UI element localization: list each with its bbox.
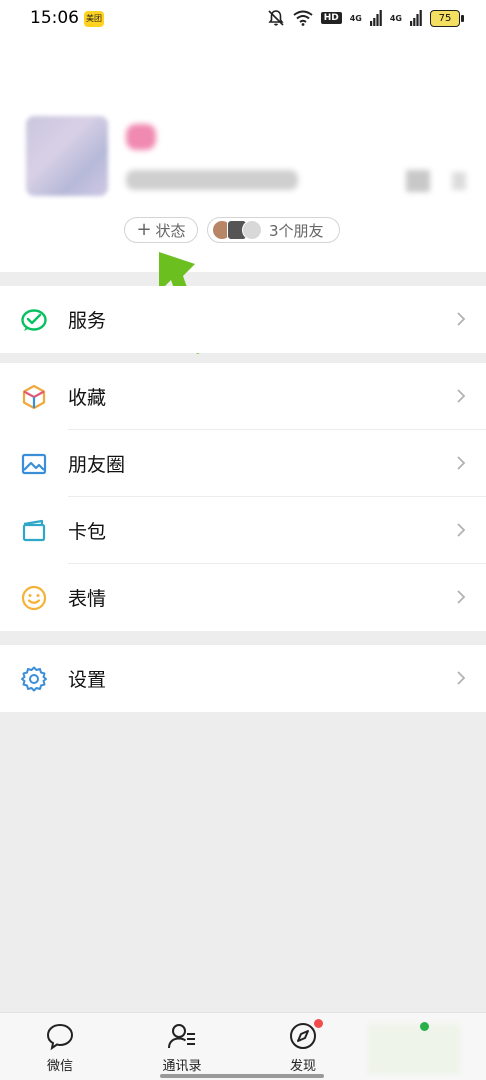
notification-dot	[314, 1019, 323, 1028]
friend-avatars	[212, 220, 262, 240]
tab-me-blurred[interactable]	[368, 1024, 460, 1074]
menu-item-stickers[interactable]: 表情	[0, 564, 486, 631]
menu-group-settings: 设置	[0, 645, 486, 712]
menu-item-settings[interactable]: 设置	[0, 645, 486, 712]
hd-voice-badge: HD	[320, 12, 342, 24]
tab-label: 微信	[46, 1059, 73, 1074]
avatar[interactable]	[26, 116, 108, 196]
friend-avatar	[242, 220, 262, 240]
cube-icon	[22, 384, 46, 410]
card-wallet-icon	[22, 519, 46, 542]
smiley-icon	[21, 585, 47, 611]
status-label: 状态	[155, 221, 186, 240]
wechat-pay-icon	[21, 309, 47, 331]
signal-icon-1	[369, 10, 382, 26]
tab-me-dot	[420, 1022, 429, 1031]
tab-discover[interactable]: 发现	[263, 1019, 343, 1077]
tab-label: 发现	[289, 1059, 316, 1074]
mute-bell-icon	[268, 10, 284, 26]
chevron-right-icon	[457, 456, 466, 470]
status-icons: HD 4G 4G 75	[267, 8, 464, 28]
contacts-icon	[168, 1024, 195, 1049]
chevron-right-icon	[457, 312, 466, 326]
menu-label: 设置	[68, 669, 107, 691]
chevron-right-icon	[457, 590, 466, 604]
plus-icon: +	[136, 219, 152, 240]
gear-icon	[21, 666, 47, 692]
menu-item-moments[interactable]: 朋友圈	[0, 430, 486, 497]
profile-chevron-icon[interactable]	[452, 172, 466, 190]
status-time: 15:06	[30, 8, 79, 28]
wechat-id-blurred	[126, 170, 298, 190]
nickname-blurred	[126, 124, 156, 150]
chevron-right-icon	[457, 671, 466, 685]
tab-label: 通讯录	[162, 1059, 202, 1074]
menu-group-main: 收藏 朋友圈 卡包 表情	[0, 363, 486, 631]
menu-label: 服务	[68, 310, 107, 332]
qr-code-icon[interactable]	[406, 170, 430, 192]
network-4g-badge-1: 4G	[349, 13, 362, 23]
menu-item-cards[interactable]: 卡包	[0, 497, 486, 564]
status-bar: 15:06 美团 HD 4G 4G 75	[0, 0, 486, 36]
network-4g-badge-2: 4G	[389, 13, 402, 23]
home-indicator[interactable]	[160, 1074, 324, 1078]
menu-item-services[interactable]: 服务	[0, 286, 486, 353]
chevron-right-icon	[457, 523, 466, 537]
battery-indicator: 75	[430, 9, 464, 27]
menu-label: 表情	[68, 588, 107, 610]
image-icon	[21, 453, 47, 475]
signal-icon-2	[410, 10, 422, 26]
profile-header[interactable]: + 状态 3个朋友	[0, 36, 486, 272]
menu-label: 收藏	[68, 387, 107, 409]
menu-label: 朋友圈	[68, 454, 126, 476]
menu-group-services: 服务	[0, 286, 486, 353]
chevron-right-icon	[457, 389, 466, 403]
menu-label: 卡包	[68, 521, 107, 543]
tab-chats[interactable]: 微信	[20, 1021, 100, 1077]
chat-bubble-icon	[46, 1023, 74, 1051]
menu-item-favorites[interactable]: 收藏	[0, 363, 486, 430]
friends-count-label: 3个朋友	[269, 221, 324, 240]
meituan-app-icon: 美团	[84, 11, 104, 27]
friends-status-button[interactable]: 3个朋友	[207, 217, 340, 243]
wifi-icon	[293, 10, 313, 26]
tab-contacts[interactable]: 通讯录	[142, 1021, 222, 1077]
